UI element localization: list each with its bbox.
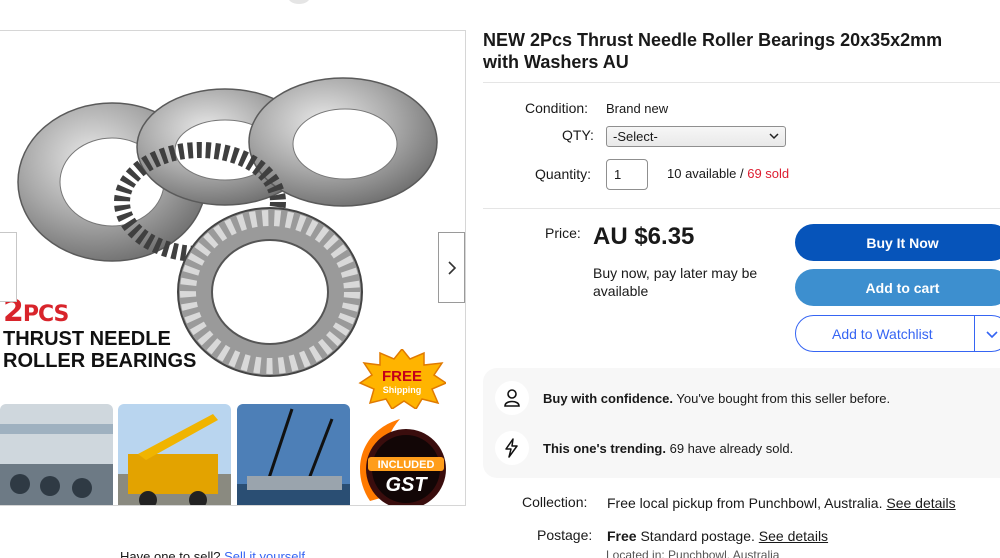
confidence-item-1-bold: Buy with confidence. (543, 391, 674, 406)
thumbnail-1[interactable] (0, 404, 113, 506)
gallery-prev-button[interactable] (0, 232, 17, 302)
hero-line-2: ROLLER BEARINGS (3, 350, 197, 372)
divider (974, 316, 975, 351)
image-gallery[interactable]: 2PCS THRUST NEEDLE ROLLER BEARINGS FREE … (0, 30, 466, 506)
confidence-item-2-text: 69 have already sold. (666, 441, 794, 456)
qty-label: QTY: (562, 127, 594, 143)
gst-badge-l1: INCLUDED (378, 459, 435, 471)
collection-see-details-link[interactable]: See details (886, 495, 955, 511)
chevron-down-icon (769, 133, 779, 140)
collection-text: Free local pickup from Punchbowl, Austra… (607, 495, 887, 511)
divider (483, 208, 1000, 209)
postage-free: Free (607, 528, 637, 544)
gst-badge-l2: GST (385, 474, 428, 496)
hero-caption: 2PCS THRUST NEEDLE ROLLER BEARINGS (3, 297, 197, 372)
lightning-icon (495, 431, 529, 465)
condition-label: Condition: (525, 100, 589, 116)
postage-label: Postage: (537, 527, 593, 543)
thumbnail-3[interactable] (237, 404, 350, 506)
collection-info: Free local pickup from Punchbowl, Austra… (607, 495, 956, 511)
postage-see-details-link[interactable]: See details (759, 528, 828, 544)
available-count: 10 available / (667, 166, 748, 181)
person-icon (495, 381, 529, 415)
condition-value: Brand new (606, 101, 669, 116)
sell-it-yourself-link[interactable]: Sell it yourself (224, 549, 305, 558)
top-scroll-indicator (288, 0, 310, 4)
pay-later-note: Buy now, pay later may be available (593, 265, 758, 299)
price-label: Price: (545, 225, 581, 241)
confidence-panel: Buy with confidence. You've bought from … (483, 368, 1000, 478)
postage-text: Standard postage. (636, 528, 759, 544)
postage-info: Free Standard postage. See details (607, 528, 828, 544)
add-to-watchlist-button[interactable]: Add to Watchlist (795, 315, 1000, 352)
item-location: Located in: Punchbowl, Australia (606, 548, 780, 558)
qty-select-value: -Select- (613, 129, 658, 144)
collection-label: Collection: (522, 494, 588, 510)
sell-prompt: Have one to sell? Sell it yourself (120, 549, 305, 558)
confidence-item-1: Buy with confidence. You've bought from … (543, 391, 890, 406)
sell-text: Have one to sell? (120, 549, 225, 558)
quantity-input[interactable]: 1 (606, 159, 648, 190)
free-badge-l2: Shipping (383, 385, 422, 395)
watchlist-label: Add to Watchlist (832, 325, 933, 342)
qty-select[interactable]: -Select- (606, 126, 786, 147)
buy-it-now-button[interactable]: Buy It Now (795, 224, 1000, 261)
confidence-item-2-bold: This one's trending. (543, 441, 666, 456)
quantity-label: Quantity: (535, 166, 592, 182)
gallery-next-button[interactable] (438, 232, 465, 303)
chevron-down-icon[interactable] (986, 328, 998, 340)
hero-line-1: THRUST NEEDLE (3, 328, 171, 350)
thumbnail-2[interactable] (118, 404, 231, 506)
price-value: AU $6.35 (593, 223, 695, 250)
confidence-item-1-text: You've bought from this seller before. (673, 391, 891, 406)
sold-count: 69 sold (747, 166, 790, 181)
add-to-cart-button[interactable]: Add to cart (795, 269, 1000, 306)
listing-title: NEW 2Pcs Thrust Needle Roller Bearings 2… (483, 30, 943, 72)
chevron-right-icon (447, 260, 456, 275)
free-badge-l1: FREE (382, 368, 422, 385)
included-gst-badge: INCLUDED GST (360, 419, 446, 505)
availability: 10 available / 69 sold (667, 166, 789, 181)
free-shipping-badge: FREE Shipping (358, 349, 446, 409)
confidence-item-2: This one's trending. 69 have already sol… (543, 441, 793, 456)
divider (483, 82, 1000, 83)
